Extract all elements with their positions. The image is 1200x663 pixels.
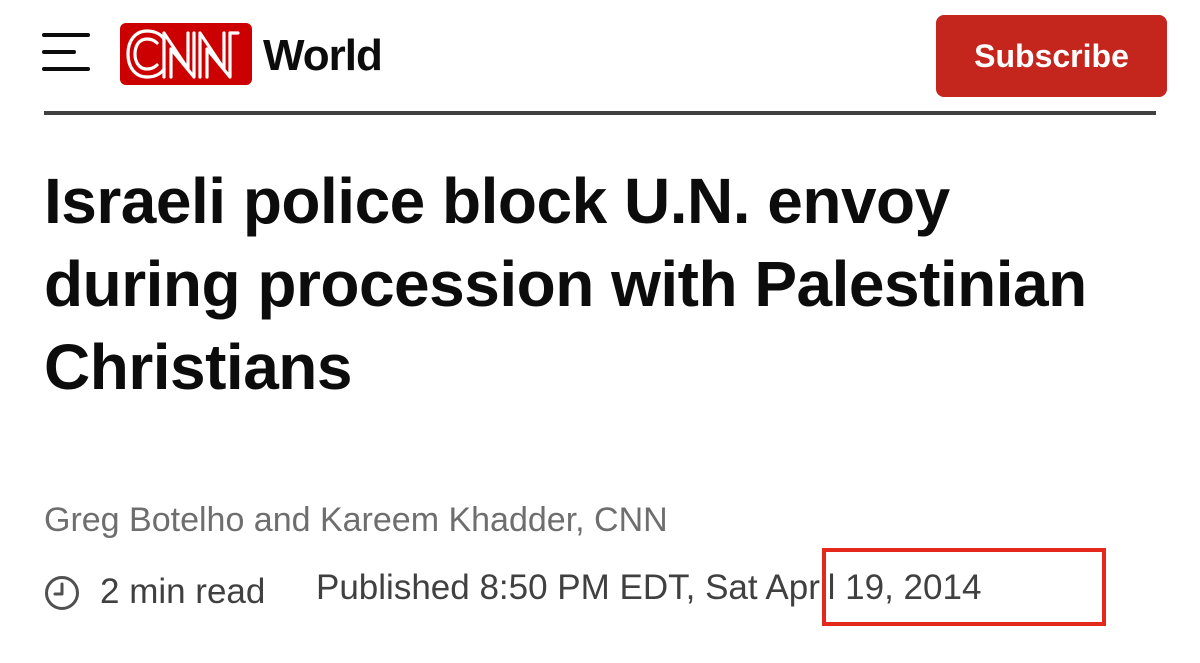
section-name[interactable]: World xyxy=(263,30,383,82)
subscribe-button[interactable]: Subscribe xyxy=(936,15,1167,97)
published-prefix: Published 8:50 PM EDT, Sat xyxy=(316,568,766,607)
read-time: 2 min read xyxy=(100,572,266,611)
published-timestamp: Published 8:50 PM EDT, Sat April 19, 201… xyxy=(316,566,981,610)
article-byline[interactable]: Greg Botelho and Kareem Khadder, CNN xyxy=(44,498,668,542)
published-date: April 19, 2014 xyxy=(765,568,982,607)
cnn-logo[interactable] xyxy=(120,23,252,85)
header-divider xyxy=(44,111,1156,115)
hamburger-menu-icon[interactable] xyxy=(42,33,92,73)
article-headline: Israeli police block U.N. envoy during p… xyxy=(44,165,1087,403)
cnn-logo-icon xyxy=(126,29,240,79)
article-meta: 2 min read Published 8:50 PM EDT, Sat Ap… xyxy=(44,548,1164,626)
clock-icon xyxy=(45,576,79,610)
article-page: World Subscribe Israeli police block U.N… xyxy=(0,0,1200,663)
site-header: World Subscribe xyxy=(0,0,1200,118)
